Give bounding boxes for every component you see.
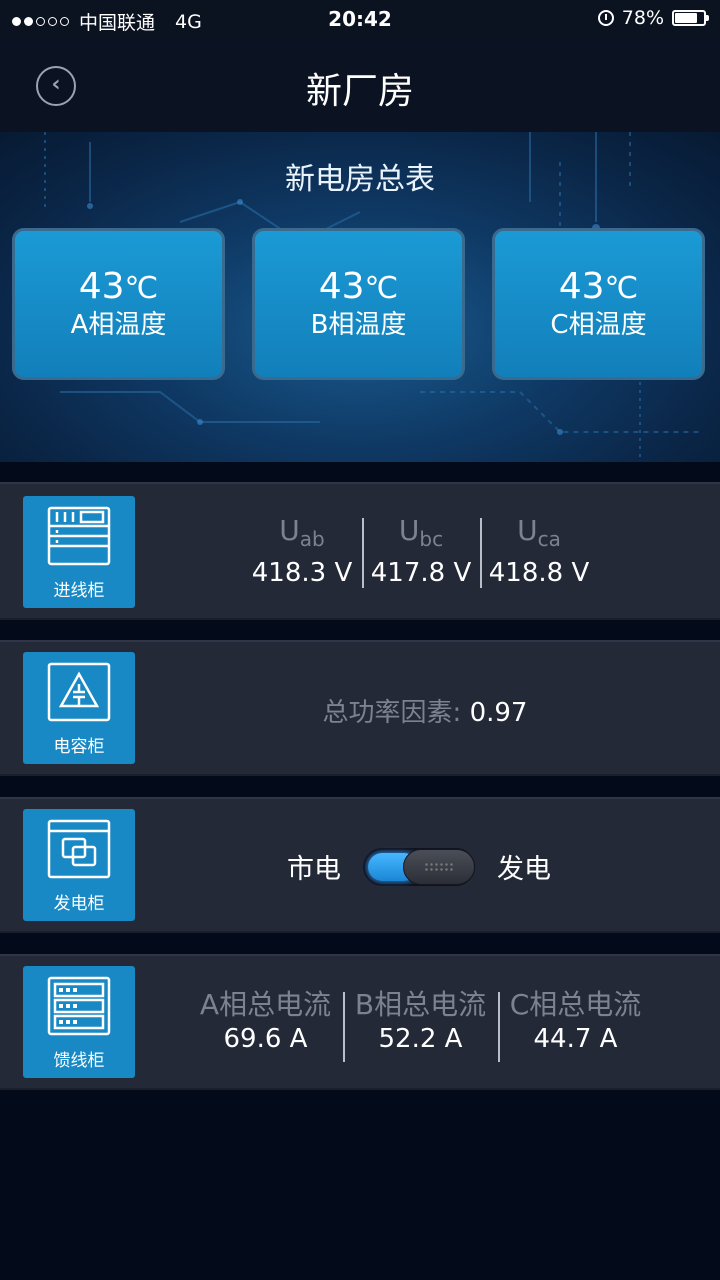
power-source-toggle[interactable] — [363, 847, 475, 886]
feeder-rack-icon — [47, 976, 111, 1036]
voltage-symbol: U — [398, 514, 420, 547]
cabinet-label: 进线柜 — [53, 581, 105, 601]
current-c: C相总电流 44.7 A — [498, 988, 653, 1062]
current-value: 44.7 A — [533, 1024, 618, 1054]
temp-unit: ℃ — [364, 271, 399, 306]
switchboard-icon — [47, 506, 111, 566]
panel-title: 新电房总表 — [285, 162, 435, 197]
voltage-value: 417.8 V — [370, 558, 472, 588]
feeder-cabinet-row[interactable]: 馈线柜 A相总电流 69.6 A B相总电流 52.2 A C相总电流 44.7… — [0, 954, 720, 1090]
current-b: B相总电流 52.2 A — [343, 988, 498, 1062]
nav-bar: ‹ 新厂房 — [0, 38, 720, 132]
temp-unit: ℃ — [124, 271, 159, 306]
voltage-value: 418.8 V — [488, 558, 590, 588]
voltage-subscript: ca — [537, 527, 561, 551]
incoming-cabinet-button[interactable]: 进线柜 — [23, 496, 135, 608]
temp-unit: ℃ — [604, 271, 639, 306]
temp-value-line: 43℃ — [15, 267, 222, 309]
voltage-ca: Uca 418.8 V — [480, 514, 598, 590]
voltage-symbol: U — [517, 514, 538, 547]
voltage-subscript: bc — [419, 527, 444, 551]
voltage-bc: Ubc 417.8 V — [362, 514, 480, 590]
battery-percent: 78% — [621, 7, 664, 29]
voltage-group: Uab 418.3 V Ubc 417.8 V Uca 418.8 V — [242, 514, 598, 590]
voltage-value: 418.3 V — [251, 558, 353, 588]
current-label: C相总电流 — [509, 988, 642, 1021]
current-a: A相总电流 69.6 A — [188, 988, 343, 1056]
battery-fill — [675, 13, 697, 23]
voltage-symbol: U — [279, 514, 300, 547]
temp-label: A相温度 — [70, 310, 167, 340]
cabinet-label: 电容柜 — [53, 737, 105, 757]
cabinet-label: 馈线柜 — [53, 1051, 105, 1071]
power-factor-label: 总功率因素: — [322, 698, 462, 728]
current-value: 52.2 A — [378, 1024, 463, 1054]
generator-cabinet-button[interactable]: 发电柜 — [23, 809, 135, 921]
temp-value: 43 — [318, 266, 365, 307]
page-title: 新厂房 — [305, 71, 414, 112]
temp-card-b[interactable]: 43℃ B相温度 — [252, 228, 465, 380]
temp-value-line: 43℃ — [255, 267, 462, 309]
power-factor: 总功率因素: 0.97 — [0, 692, 720, 729]
temp-value-line: 43℃ — [495, 267, 702, 309]
current-value: 69.6 A — [223, 1024, 308, 1054]
voltage-label: Ubc — [362, 514, 480, 556]
current-label: B相总电流 — [354, 988, 487, 1021]
feeder-cabinet-button[interactable]: 馈线柜 — [23, 966, 135, 1078]
mains-label: 市电 — [287, 854, 341, 885]
status-right: 78% — [597, 7, 709, 29]
power-factor-value: 0.97 — [469, 698, 528, 728]
temp-value: 43 — [558, 266, 605, 307]
temp-card-c[interactable]: 43℃ C相温度 — [492, 228, 705, 380]
temp-value: 43 — [78, 266, 125, 307]
current-label: A相总电流 — [199, 988, 332, 1021]
capacitor-cabinet-row[interactable]: 电容柜 总功率因素: 0.97 — [0, 640, 720, 776]
temp-label: C相温度 — [550, 310, 647, 340]
power-source-switch-row: 市电 发电 — [287, 847, 551, 886]
temp-card-a[interactable]: 43℃ A相温度 — [12, 228, 225, 380]
voltage-subscript: ab — [299, 527, 325, 551]
toggle-knob[interactable] — [403, 848, 475, 885]
summary-panel: 新电房总表 43℃ A相温度 43℃ B相温度 43℃ C相温度 — [0, 132, 720, 462]
incoming-cabinet-row[interactable]: 进线柜 Uab 418.3 V Ubc 417.8 V Uca 418.8 V — [0, 482, 720, 620]
voltage-label: Uab — [242, 514, 362, 556]
knob-grip-icon — [424, 861, 454, 872]
battery-icon — [672, 10, 709, 26]
generator-cabinet-row[interactable]: 发电柜 市电 发电 — [0, 797, 720, 933]
cabinet-label: 发电柜 — [53, 894, 105, 914]
voltage-ab: Uab 418.3 V — [242, 514, 362, 590]
temp-label: B相温度 — [310, 310, 407, 340]
status-bar: 中国联通 4G 20:42 78% — [0, 0, 720, 38]
voltage-label: Uca — [480, 514, 598, 556]
current-group: A相总电流 69.6 A B相总电流 52.2 A C相总电流 44.7 A — [188, 988, 653, 1062]
generator-icon — [47, 819, 111, 879]
generator-label: 发电 — [497, 854, 551, 885]
alarm-icon — [597, 10, 614, 26]
